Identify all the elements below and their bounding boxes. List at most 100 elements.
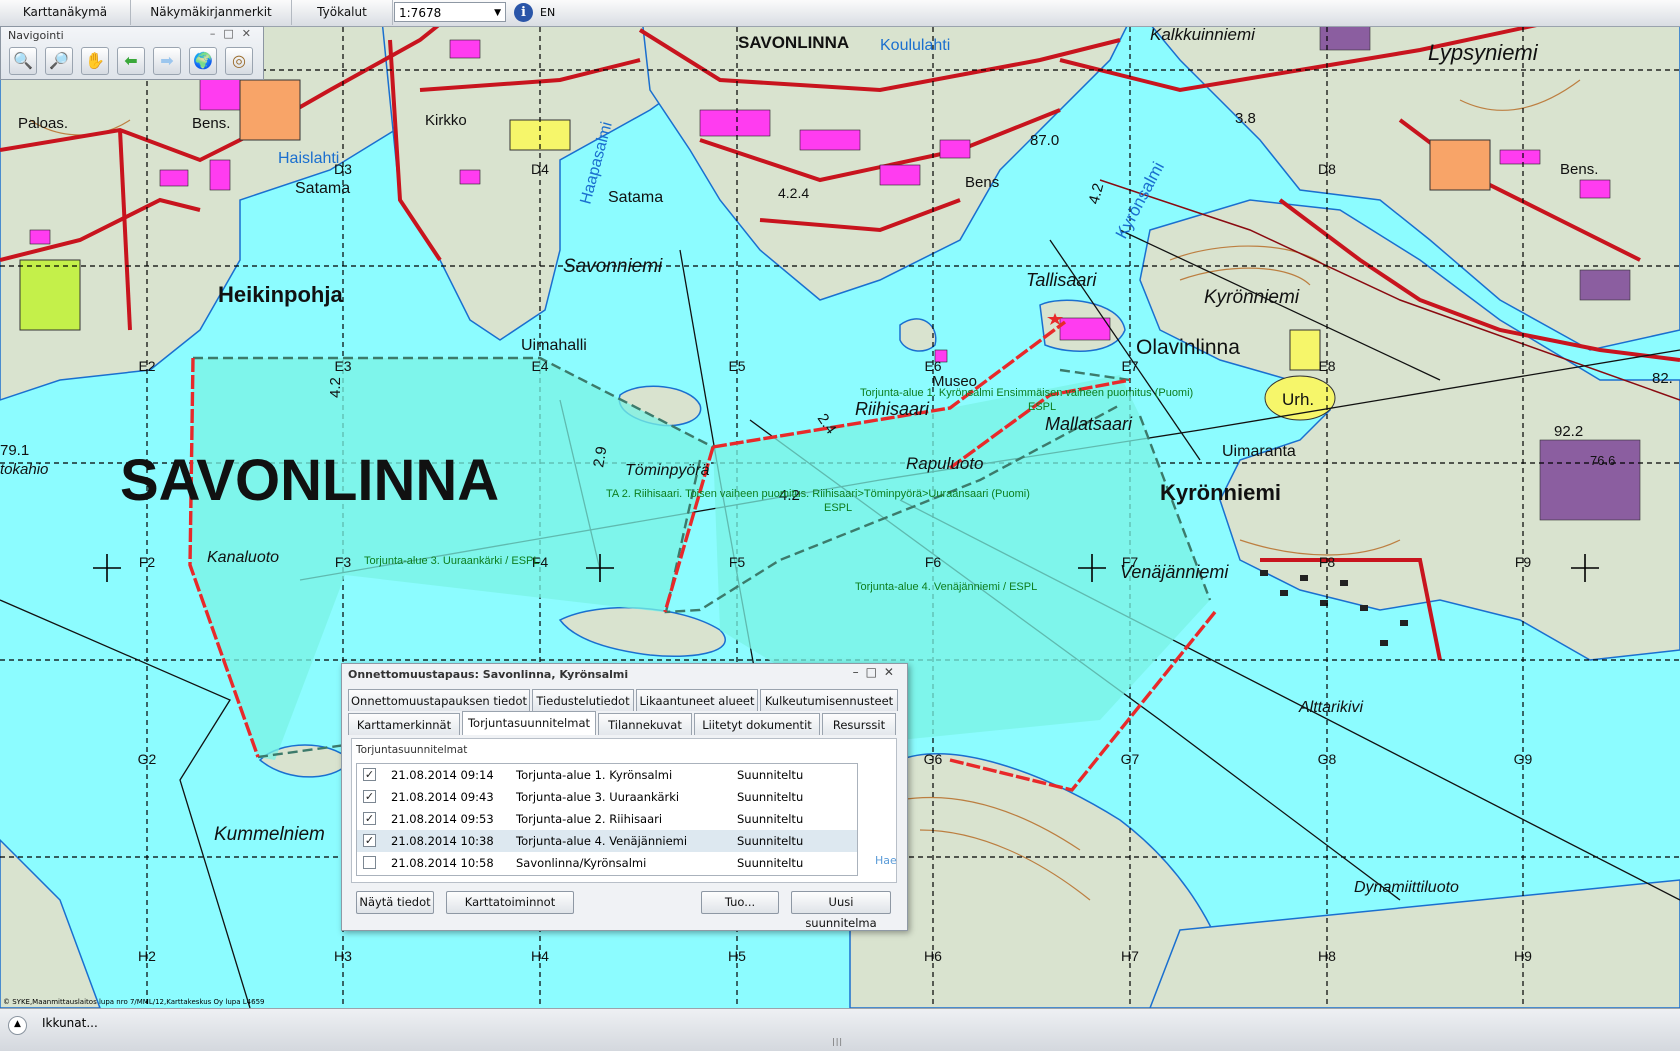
chevron-up-icon[interactable]: ▲ <box>8 1016 27 1035</box>
label-lypsyniemi: Lypsyniemi <box>1428 40 1539 65</box>
language-toggle[interactable]: EN <box>540 0 555 25</box>
chevron-down-icon: ▼ <box>494 8 501 18</box>
area-label-1[interactable]: Torjunta-alue 1. Kyrönsalmi Ensimmäisen … <box>860 387 1193 399</box>
windows-menu[interactable]: Ikkunat... <box>42 1016 98 1030</box>
grid-E7: E7 <box>1121 358 1138 374</box>
label-dynamiittiluoto: Dynamiittiluoto <box>1354 879 1459 896</box>
scale-select[interactable]: 1:7678 ▼ <box>394 2 506 22</box>
grid-F5: F5 <box>729 554 746 570</box>
grid-F8: F8 <box>1319 554 1336 570</box>
label-kalkkuinniemi: Kalkkuinniemi <box>1150 25 1256 44</box>
grid-H7: H7 <box>1121 948 1139 964</box>
label-tominpyora: Töminpyörä <box>625 462 710 479</box>
grid-H6: H6 <box>924 948 942 964</box>
tab-likaantuneet-alueet[interactable]: Likaantuneet alueet <box>636 689 758 711</box>
tab-tiedustelutiedot[interactable]: Tiedustelutiedot <box>532 689 634 711</box>
dialog-window-controls[interactable]: –□✕ <box>853 665 901 679</box>
tab-liitetyt-dokumentit[interactable]: Liitetyt dokumentit <box>694 713 820 735</box>
plans-list: ✓ 21.08.2014 09:14 Torjunta-alue 1. Kyrö… <box>356 763 858 876</box>
search-link[interactable]: Hae <box>875 854 897 867</box>
forward-arrow-icon[interactable]: ➡ <box>153 47 181 75</box>
area-label-2-org[interactable]: ESPL <box>824 502 852 514</box>
grid-E3: E3 <box>334 358 351 374</box>
label-koululahti: Koululahti <box>880 37 950 54</box>
tab-onnettomuustapauksen-tiedot[interactable]: Onnettomuustapauksen tiedot <box>348 689 530 711</box>
label-savonlinna-small: SAVONLINNA <box>738 33 849 52</box>
new-plan-button[interactable]: Uusi suunnitelma <box>791 891 891 930</box>
bottom-bar: ▲ Ikkunat... ||| <box>0 1008 1680 1051</box>
label-uimahalli: Uimahalli <box>521 337 587 354</box>
navigation-panel: Navigointi –□✕ 🔍 🔎 ✋ ⬅ ➡ 🌍 ◎ <box>0 26 264 80</box>
tab-kulkeutumisennusteet[interactable]: Kulkeutumisennusteet <box>760 689 898 711</box>
list-item[interactable]: ✓ 21.08.2014 10:38 Torjunta-alue 4. Venä… <box>357 830 857 852</box>
menu-tyokalut[interactable]: Työkalut <box>292 0 393 25</box>
checkbox[interactable]: ✓ <box>363 790 376 803</box>
map-functions-button[interactable]: Karttatoiminnot <box>446 891 574 914</box>
grid-F6: F6 <box>925 554 942 570</box>
grid-F2: F2 <box>139 554 156 570</box>
label-uimaranta: Uimaranta <box>1222 443 1296 460</box>
resize-grip-icon[interactable]: ||| <box>832 1037 843 1046</box>
back-arrow-icon[interactable]: ⬅ <box>117 47 145 75</box>
label-heikinpohja: Heikinpohja <box>218 282 343 307</box>
address-424: 4.2.4 <box>778 185 809 201</box>
grid-G9: G9 <box>1514 751 1533 767</box>
label-kyronniemi-2: Kyrönniemi <box>1204 287 1300 308</box>
label-satama-2: Satama <box>608 189 663 206</box>
height-92: 92.2 <box>1554 423 1583 440</box>
show-info-button[interactable]: Näytä tiedot <box>356 891 434 914</box>
label-olavinlinna: Olavinlinna <box>1136 336 1240 359</box>
label-haislahti: Haislahti <box>278 150 339 167</box>
center-map-icon[interactable]: ◎ <box>225 47 253 75</box>
depth-42b: 4.2 <box>327 377 344 398</box>
tab-karttamerkinnat[interactable]: Karttamerkinnät <box>348 713 460 735</box>
list-item[interactable]: ✓ 21.08.2014 09:14 Torjunta-alue 1. Kyrö… <box>357 764 857 786</box>
area-label-1-org[interactable]: ESPL <box>1028 401 1056 413</box>
pan-hand-icon[interactable]: ✋ <box>81 47 109 75</box>
tab-tilannekuvat[interactable]: Tilannekuvat <box>598 713 692 735</box>
label-riihisaari: Riihisaari <box>855 399 930 419</box>
navigation-title: Navigointi <box>8 29 64 42</box>
depth-38: 3.8 <box>1235 110 1256 127</box>
zoom-out-icon[interactable]: 🔎 <box>45 47 73 75</box>
grid-H3: H3 <box>334 948 352 964</box>
area-label-2[interactable]: TA 2. Riihisaari. Toisen vaiheen puomitu… <box>606 488 1030 500</box>
menu-nakymakirjanmerkit[interactable]: Näkymäkirjanmerkit <box>131 0 292 25</box>
checkbox[interactable]: ✓ <box>363 768 376 781</box>
grid-H9: H9 <box>1514 948 1532 964</box>
grid-H8: H8 <box>1318 948 1336 964</box>
checkbox[interactable]: ✓ <box>363 834 376 847</box>
dialog-title: Onnettomuustapaus: Savonlinna, Kyrönsalm… <box>348 668 629 681</box>
grid-E6: E6 <box>924 358 941 374</box>
list-item[interactable]: 21.08.2014 10:58 Savonlinna/Kyrönsalmi S… <box>357 852 857 874</box>
list-item[interactable]: ✓ 21.08.2014 09:53 Torjunta-alue 2. Riih… <box>357 808 857 830</box>
area-label-4[interactable]: Torjunta-alue 4. Venäjänniemi / ESPL <box>855 581 1037 593</box>
grid-H2: H2 <box>138 948 156 964</box>
incident-dialog: Onnettomuustapaus: Savonlinna, Kyrönsalm… <box>341 663 908 931</box>
grid-D3: D3 <box>334 161 352 177</box>
label-bens-3: Bens. <box>1560 161 1598 178</box>
grid-E2: E2 <box>138 358 155 374</box>
label-kanaluoto: Kanaluoto <box>207 549 279 566</box>
label-tallisaari: Tallisaari <box>1026 270 1097 290</box>
area-label-3[interactable]: Torjunta-alue 3. Uuraankärki / ESPL <box>364 555 539 567</box>
checkbox[interactable]: ✓ <box>363 812 376 825</box>
tab-resurssit[interactable]: Resurssit <box>822 713 896 735</box>
globe-icon[interactable]: 🌍 <box>189 47 217 75</box>
tab-torjuntasuunnitelmat[interactable]: Torjuntasuunnitelmat <box>462 711 596 735</box>
list-item[interactable]: ✓ 21.08.2014 09:43 Torjunta-alue 3. Uura… <box>357 786 857 808</box>
scale-value: 1:7678 <box>399 6 442 20</box>
label-tokahio: tokahio <box>0 461 48 478</box>
map-copyright: © SYKE,Maanmittauslaitos lupa nro 7/MML/… <box>3 998 265 1006</box>
depth-29: 2.9 <box>590 445 610 468</box>
zoom-in-icon[interactable]: 🔍 <box>9 47 37 75</box>
info-icon[interactable]: i <box>514 3 533 22</box>
grid-G7: G7 <box>1121 751 1140 767</box>
menu-karttanakyma[interactable]: Karttanäkymä <box>0 0 131 25</box>
label-satama-1: Satama <box>295 180 350 197</box>
panel-window-controls[interactable]: –□✕ <box>210 27 259 40</box>
checkbox[interactable] <box>363 856 376 869</box>
import-button[interactable]: Tuo... <box>701 891 779 914</box>
label-kyronniemi: Kyrönniemi <box>1160 480 1281 505</box>
top-toolbar: Karttanäkymä Näkymäkirjanmerkit Työkalut… <box>0 0 1680 27</box>
